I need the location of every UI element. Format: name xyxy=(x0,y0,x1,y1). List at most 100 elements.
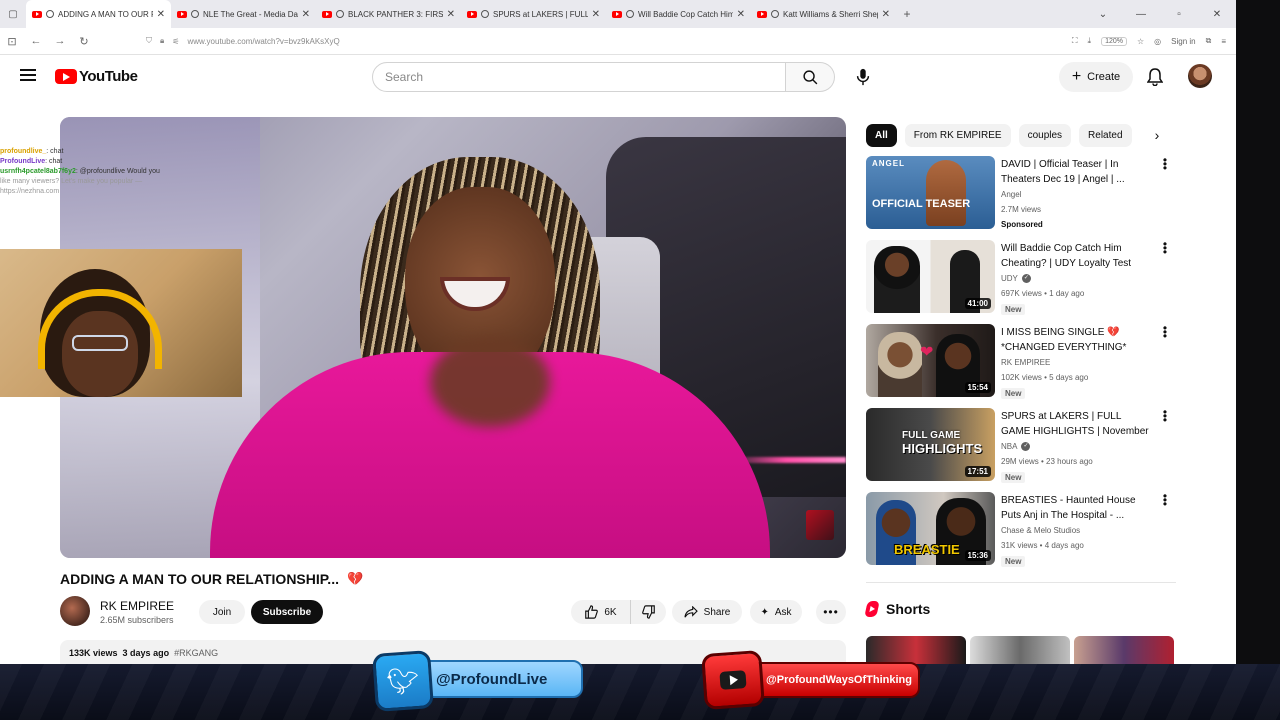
channel-watermark-icon[interactable] xyxy=(806,510,834,540)
play-icon xyxy=(719,670,747,690)
video-thumbnail[interactable]: 41:00 xyxy=(866,240,995,313)
menu-icon[interactable]: ≡ xyxy=(1221,37,1226,46)
rec-title[interactable]: I MISS BEING SINGLE 💔 *CHANGED EVERYTHIN… xyxy=(1001,325,1151,355)
shield-icon[interactable]: ⛉ xyxy=(146,36,152,46)
chip-couples[interactable]: couples xyxy=(1018,123,1072,147)
chip-related[interactable]: Related xyxy=(1079,123,1132,147)
rec-channel-name[interactable]: NBA xyxy=(1001,442,1017,451)
short-thumbnail[interactable] xyxy=(866,636,966,664)
chat-text: https://nezhna.com xyxy=(0,188,60,195)
chip-all[interactable]: All xyxy=(866,123,897,147)
rec-title[interactable]: SPURS at LAKERS | FULL GAME HIGHLIGHTS |… xyxy=(1001,409,1151,439)
share-button[interactable]: Share xyxy=(672,600,742,624)
chips-next-chevron-icon[interactable]: › xyxy=(1148,126,1166,144)
video-thumbnail[interactable]: FULL GAME HIGHLIGHTS 17:51 xyxy=(866,408,995,481)
screenshot-icon[interactable]: ⛶ xyxy=(1072,36,1078,46)
account-avatar[interactable] xyxy=(1188,64,1212,88)
webcam-glasses xyxy=(72,335,128,351)
list-item[interactable]: ❤ 15:54 I MISS BEING SINGLE 💔 *CHANGED E… xyxy=(866,322,1180,408)
tab-close-icon[interactable]: ✕ xyxy=(592,9,600,20)
tab-spurs-lakers[interactable]: SPURS at LAKERS | FULL GA ✕ xyxy=(461,0,606,28)
tab-close-icon[interactable]: ✕ xyxy=(447,9,455,20)
tab-close-icon[interactable]: ✕ xyxy=(737,9,745,20)
tab-black-panther[interactable]: BLACK PANTHER 3: FIRST T ✕ xyxy=(316,0,461,28)
maximize-icon[interactable]: ▫ xyxy=(1160,9,1198,20)
tab-katt-williams[interactable]: Katt Williams & Sherri Shep ✕ xyxy=(751,0,896,28)
rec-channel[interactable]: UDY ✓ xyxy=(1001,274,1031,283)
download-icon[interactable]: ⤓ xyxy=(1088,36,1092,46)
extensions-icon[interactable]: ⧉ xyxy=(1206,36,1212,46)
stream-chat-overlay: profoundlive_: chat ProfoundLive: chat u… xyxy=(0,147,230,197)
join-button[interactable]: Join xyxy=(199,600,245,624)
stream-banner xyxy=(0,664,1280,720)
youtube-logo[interactable]: YouTube xyxy=(55,68,138,85)
rec-title[interactable]: Will Baddie Cop Catch Him Cheating? | UD… xyxy=(1001,241,1151,271)
bookmark-star-icon[interactable]: ☆ xyxy=(1137,37,1144,46)
dislike-button[interactable] xyxy=(631,600,666,624)
more-vertical-icon[interactable]: • • • xyxy=(1162,490,1168,510)
more-vertical-icon[interactable]: • • • xyxy=(1162,238,1168,258)
search-button[interactable] xyxy=(786,62,835,92)
tab-close-icon[interactable]: ✕ xyxy=(882,9,890,20)
more-vertical-icon[interactable]: • • • xyxy=(1162,406,1168,426)
voice-search-button[interactable] xyxy=(848,62,878,92)
tab-list-chevron-icon[interactable]: ⌄ xyxy=(1084,9,1122,20)
minimize-icon[interactable]: — xyxy=(1122,9,1160,20)
subscribe-button[interactable]: Subscribe xyxy=(251,600,323,624)
thumbnail-figure xyxy=(926,160,966,226)
signin-link[interactable]: Sign in xyxy=(1171,37,1195,46)
ask-button[interactable]: ✦ Ask xyxy=(750,600,802,624)
list-item[interactable]: 41:00 Will Baddie Cop Catch Him Cheating… xyxy=(866,238,1180,324)
more-actions-button[interactable]: ••• xyxy=(816,600,846,624)
video-thumbnail[interactable]: BREASTIE 15:36 xyxy=(866,492,995,565)
tab-nle-the-great[interactable]: NLE The Great - Media Day ✕ xyxy=(171,0,316,28)
url-field[interactable]: ⛉ 🔒︎ ⚟ www.youtube.com/watch?v=bvz9kAKsX… xyxy=(146,32,1046,50)
tab-close-icon[interactable]: ✕ xyxy=(157,9,165,20)
sidebar-toggle-icon[interactable]: ⊡ xyxy=(0,35,24,48)
search-input[interactable]: Search xyxy=(372,62,786,92)
account-icon[interactable]: ◎ xyxy=(1154,37,1161,46)
rec-channel[interactable]: RK EMPIREE xyxy=(1001,358,1050,367)
rec-channel[interactable]: NBA ✓ xyxy=(1001,442,1031,451)
rec-channel-name[interactable]: Chase & Melo Studios xyxy=(1001,526,1080,535)
guide-menu-icon[interactable] xyxy=(20,69,36,81)
reload-icon[interactable]: ↻ xyxy=(72,35,96,48)
tab-close-icon[interactable]: ✕ xyxy=(302,9,310,20)
rec-channel[interactable]: Chase & Melo Studios xyxy=(1001,526,1080,535)
tab-baddie-cop[interactable]: Will Baddie Cop Catch Him ✕ xyxy=(606,0,751,28)
channel-name[interactable]: RK EMPIREE xyxy=(100,599,174,613)
rec-title[interactable]: BREASTIES - Haunted House Puts Anj in Th… xyxy=(1001,493,1151,523)
bell-icon xyxy=(1147,68,1163,86)
rec-channel-name[interactable]: Angel xyxy=(1001,190,1021,199)
rec-channel-name[interactable]: UDY xyxy=(1001,274,1018,283)
hashtag-link[interactable]: #RKGANG xyxy=(174,648,218,662)
permissions-icon[interactable]: ⚟ xyxy=(172,37,179,46)
new-tab-icon[interactable]: + xyxy=(896,7,918,21)
short-thumbnail[interactable] xyxy=(1074,636,1174,664)
rec-title[interactable]: DAVID | Official Teaser | In Theaters De… xyxy=(1001,157,1151,187)
list-item[interactable]: FULL GAME HIGHLIGHTS 17:51 SPURS at LAKE… xyxy=(866,406,1180,492)
create-button[interactable]: + Create xyxy=(1059,62,1133,92)
tab-actions-icon[interactable]: ▢ xyxy=(0,0,26,28)
rec-channel[interactable]: Angel xyxy=(1001,190,1021,199)
more-vertical-icon[interactable]: • • • xyxy=(1162,322,1168,342)
like-button[interactable]: 6K xyxy=(571,600,631,624)
url-text[interactable]: www.youtube.com/watch?v=bvz9kAKsXyQ xyxy=(187,37,339,46)
more-vertical-icon[interactable]: • • • xyxy=(1162,154,1168,174)
tab-adding-a-man[interactable]: ADDING A MAN TO OUR R ✕ xyxy=(26,0,171,28)
list-item[interactable]: BREASTIE 15:36 BREASTIES - Haunted House… xyxy=(866,490,1180,576)
close-window-icon[interactable]: ✕ xyxy=(1198,9,1236,20)
video-thumbnail[interactable]: ANGEL OFFICIAL TEASER xyxy=(866,156,995,229)
zoom-level[interactable]: 120% xyxy=(1101,36,1127,46)
video-thumbnail[interactable]: ❤ 15:54 xyxy=(866,324,995,397)
shorts-shelf xyxy=(866,636,1176,664)
rec-channel-name[interactable]: RK EMPIREE xyxy=(1001,358,1050,367)
list-item[interactable]: ANGEL OFFICIAL TEASER DAVID | Official T… xyxy=(866,154,1180,240)
lock-icon[interactable]: 🔒︎ xyxy=(160,36,164,46)
notifications-button[interactable] xyxy=(1144,64,1166,90)
forward-icon[interactable]: → xyxy=(48,35,72,47)
back-icon[interactable]: ← xyxy=(24,35,48,47)
channel-avatar[interactable] xyxy=(60,596,90,626)
short-thumbnail[interactable] xyxy=(970,636,1070,664)
chip-from-channel[interactable]: From RK EMPIREE xyxy=(904,123,1011,147)
